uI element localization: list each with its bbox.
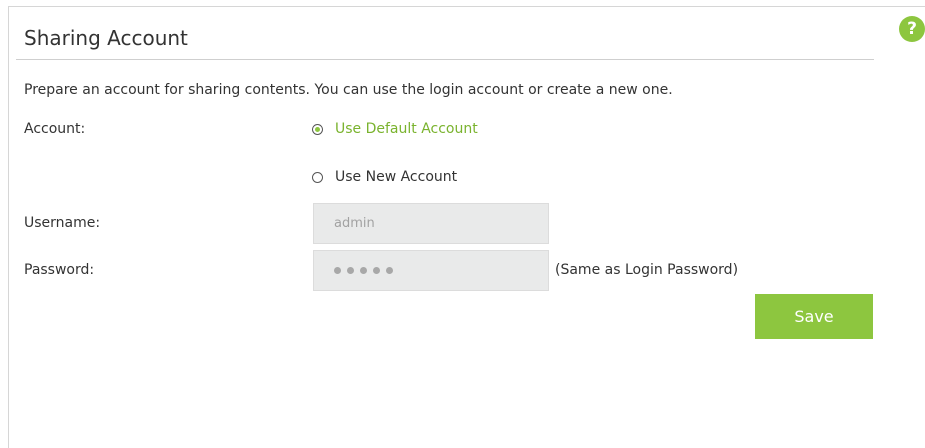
username-label: Username: [24, 215, 101, 231]
account-label: Account: [24, 121, 86, 137]
radio-button-checked[interactable] [312, 123, 323, 135]
radio-default-account[interactable]: Use Default Account [312, 119, 478, 139]
password-mask-dot [334, 267, 341, 274]
password-field[interactable] [313, 250, 549, 291]
save-button[interactable]: Save [755, 294, 873, 339]
password-note: (Same as Login Password) [555, 262, 739, 278]
radio-label-new[interactable]: Use New Account [335, 169, 457, 185]
section-description: Prepare an account for sharing contents.… [24, 82, 673, 98]
radio-label-default[interactable]: Use Default Account [335, 121, 478, 137]
password-mask-dot [360, 267, 367, 274]
password-mask-dot [373, 267, 380, 274]
help-icon[interactable]: ? [899, 16, 925, 42]
radio-new-account[interactable]: Use New Account [312, 167, 457, 187]
password-mask [334, 251, 548, 290]
title-divider [16, 59, 874, 60]
password-mask-dot [386, 267, 393, 274]
password-label: Password: [24, 262, 95, 278]
section-title: Sharing Account [24, 26, 188, 50]
password-mask-dot [347, 267, 354, 274]
username-field[interactable]: admin [313, 203, 549, 244]
username-value: admin [334, 216, 375, 231]
radio-button-unchecked[interactable] [312, 171, 323, 183]
